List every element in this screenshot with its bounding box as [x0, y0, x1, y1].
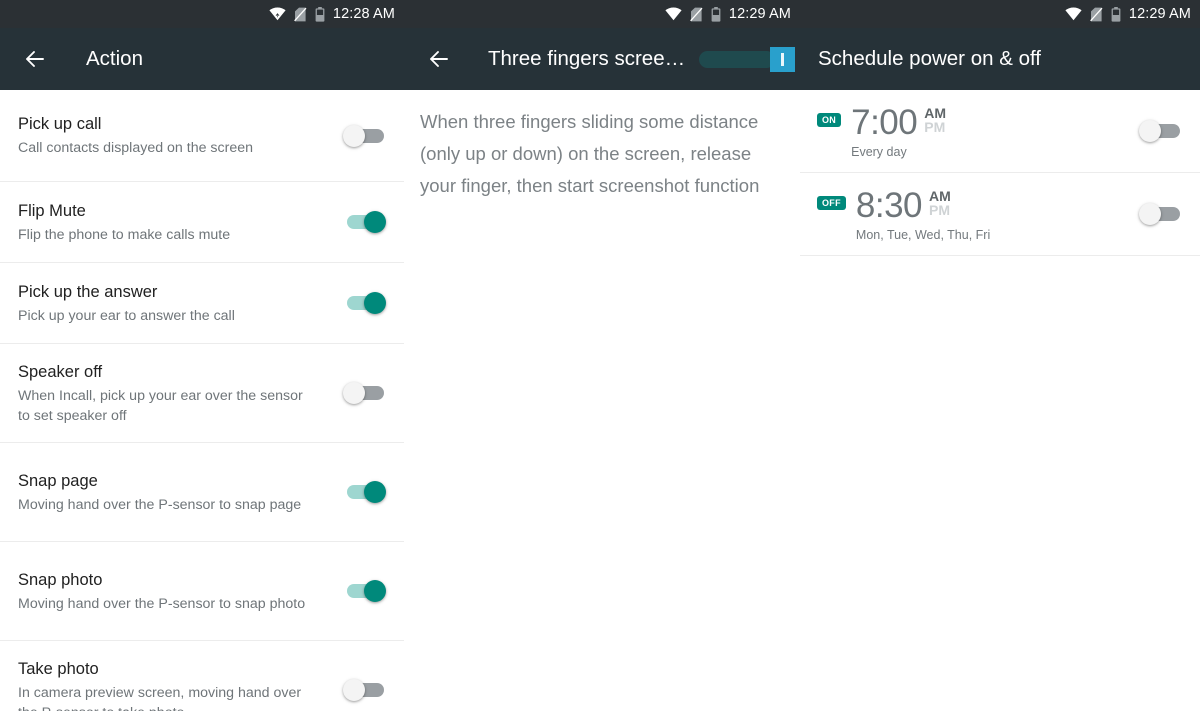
app-bar-three-fingers: Three fingers scree…	[404, 28, 800, 90]
alarm-time: 7:00	[851, 102, 918, 142]
alarm-meridiem: AM PM	[924, 106, 946, 134]
alarm-repeat-days: Every day	[851, 144, 907, 159]
back-arrow-icon[interactable]	[422, 42, 456, 76]
status-bar-action: 12:28 AM	[0, 0, 404, 28]
row-text: Speaker off When Incall, pick up your ea…	[18, 361, 343, 426]
status-time: 12:29 AM	[728, 6, 791, 22]
three-panel-screenshot: 12:28 AM Action Pick up call Call contac…	[0, 0, 1200, 711]
list-item[interactable]: Pick up call Call contacts displayed on …	[0, 90, 404, 182]
alarm-pm-label: PM	[929, 201, 951, 218]
toggle-pick-up-call[interactable]	[343, 123, 387, 149]
wifi-icon	[665, 7, 682, 21]
toggle-thumb	[364, 292, 386, 314]
panel-schedule-power: 12:29 AM Schedule power on & off ON 7:00…	[800, 0, 1200, 711]
toggle-thumb	[343, 679, 365, 701]
status-time: 12:28 AM	[332, 6, 395, 22]
toggle-thumb	[1139, 203, 1161, 225]
alarm-details: 8:30 AM PM Mon, Tue, Wed, Thu, Fri	[855, 185, 1139, 242]
feature-description: When three fingers sliding some distance…	[420, 111, 760, 196]
list-item[interactable]: ON 7:00 AM PM Every day	[800, 90, 1200, 173]
alarm-time: 8:30	[855, 185, 923, 225]
wifi-icon	[1065, 7, 1082, 21]
row-text: Snap photo Moving hand over the P-sensor…	[18, 569, 343, 614]
page-title: Three fingers scree…	[488, 47, 686, 70]
row-title: Speaker off	[18, 362, 103, 381]
toggle-thumb	[343, 382, 365, 404]
row-subtitle: Moving hand over the P-sensor to snap ph…	[18, 595, 306, 612]
page-title: Action	[86, 47, 143, 70]
status-time: 12:29 AM	[1128, 6, 1191, 22]
sim-off-icon	[690, 7, 703, 22]
alarm-pm-label: PM	[924, 118, 946, 135]
row-title: Flip Mute	[18, 201, 86, 220]
list-item[interactable]: Flip Mute Flip the phone to make calls m…	[0, 182, 404, 263]
alarm-time-row: 8:30 AM PM	[855, 185, 1139, 225]
page-title: Schedule power on & off	[818, 47, 1041, 70]
schedule-alarm-list: ON 7:00 AM PM Every day OFF 8:30 AM PM M…	[800, 90, 1200, 256]
switch-on-glyph	[781, 52, 785, 66]
battery-icon	[711, 6, 721, 22]
toggle-thumb	[343, 124, 365, 147]
alarm-am-label: AM	[924, 104, 947, 121]
wifi-no-internet-icon	[269, 7, 286, 21]
toggle-thumb	[1139, 120, 1161, 142]
panel-three-fingers-screenshot: 12:29 AM Three fingers scree… When three…	[404, 0, 800, 711]
app-bar-schedule: Schedule power on & off	[800, 28, 1200, 90]
list-item[interactable]: Snap photo Moving hand over the P-sensor…	[0, 542, 404, 641]
master-switch-thumb	[770, 46, 796, 72]
master-switch-track	[699, 50, 776, 68]
list-item[interactable]: Speaker off When Incall, pick up your ea…	[0, 344, 404, 443]
toggle-thumb	[364, 580, 386, 602]
row-title: Snap page	[18, 471, 98, 490]
sim-off-icon	[294, 7, 307, 22]
status-badge: OFF	[817, 196, 846, 210]
action-settings-list: Pick up call Call contacts displayed on …	[0, 90, 404, 711]
alarm-details: 7:00 AM PM Every day	[851, 102, 1139, 159]
alarm-repeat-days: Mon, Tue, Wed, Thu, Fri	[855, 227, 991, 242]
alarm-meridiem: AM PM	[929, 189, 951, 217]
toggle-take-photo[interactable]	[343, 677, 387, 703]
row-title: Snap photo	[18, 570, 103, 589]
sim-off-icon	[1090, 7, 1103, 22]
app-bar-action: Action	[0, 28, 404, 90]
toggle-alarm-2[interactable]	[1139, 201, 1183, 227]
status-bar-schedule: 12:29 AM	[800, 0, 1200, 28]
list-item[interactable]: Pick up the answer Pick up your ear to a…	[0, 263, 404, 344]
toggle-snap-photo[interactable]	[343, 578, 387, 604]
row-subtitle: In camera preview screen, moving hand ov…	[18, 684, 302, 711]
row-subtitle: When Incall, pick up your ear over the s…	[18, 387, 303, 424]
alarm-time-row: 7:00 AM PM	[851, 102, 1139, 142]
alarm-am-label: AM	[929, 187, 951, 204]
toggle-speaker-off[interactable]	[343, 380, 387, 406]
toggle-flip-mute[interactable]	[343, 209, 387, 235]
row-text: Take photo In camera preview screen, mov…	[18, 658, 343, 711]
back-arrow-icon[interactable]	[18, 42, 52, 76]
toggle-thumb	[364, 481, 386, 503]
row-text: Pick up call Call contacts displayed on …	[18, 113, 343, 158]
battery-icon	[315, 6, 325, 22]
status-bar-three-fingers: 12:29 AM	[404, 0, 800, 28]
row-title: Pick up the answer	[18, 282, 158, 301]
row-subtitle: Call contacts displayed on the screen	[18, 140, 254, 156]
row-subtitle: Moving hand over the P-sensor to snap pa…	[18, 496, 302, 513]
row-text: Flip Mute Flip the phone to make calls m…	[18, 200, 343, 245]
list-item[interactable]: Take photo In camera preview screen, mov…	[0, 641, 404, 711]
row-title: Pick up call	[18, 115, 102, 133]
row-subtitle: Flip the phone to make calls mute	[18, 226, 231, 243]
row-text: Pick up the answer Pick up your ear to a…	[18, 281, 343, 326]
master-switch[interactable]	[699, 46, 796, 72]
toggle-snap-page[interactable]	[343, 479, 387, 505]
list-item[interactable]: OFF 8:30 AM PM Mon, Tue, Wed, Thu, Fri	[800, 173, 1200, 256]
row-text: Snap page Moving hand over the P-sensor …	[18, 470, 343, 515]
toggle-pick-up-the-answer[interactable]	[343, 290, 387, 316]
row-subtitle: Pick up your ear to answer the call	[18, 307, 235, 324]
toggle-alarm-1[interactable]	[1139, 118, 1183, 144]
toggle-thumb	[364, 211, 386, 233]
row-title: Take photo	[18, 659, 99, 678]
list-item[interactable]: Snap page Moving hand over the P-sensor …	[0, 443, 404, 542]
panel-action: 12:28 AM Action Pick up call Call contac…	[0, 0, 404, 711]
battery-icon	[1111, 6, 1121, 22]
status-badge: ON	[817, 113, 842, 127]
